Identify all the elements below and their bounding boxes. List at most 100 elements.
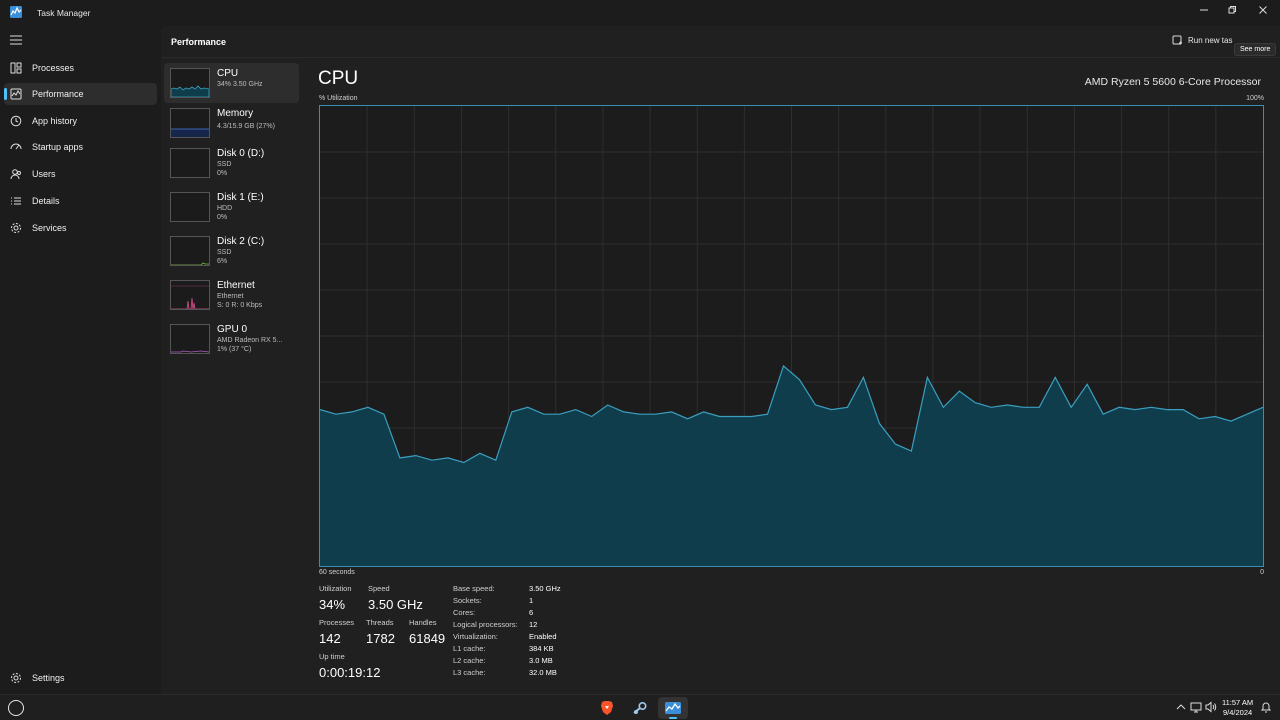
cpu-title: CPU [318, 68, 359, 89]
startup-apps-icon [10, 143, 22, 150]
details-icon [11, 197, 21, 205]
volume-icon[interactable] [1205, 701, 1217, 713]
brave-browser-icon [601, 701, 613, 715]
taskbar-app-brave[interactable] [592, 697, 622, 719]
navigation-pane: Processes Performance App history Startu… [0, 26, 160, 694]
device-usage: 0% [217, 214, 228, 221]
spec-key: Cores: [453, 608, 476, 617]
see-more-tooltip: See more [1234, 43, 1277, 56]
disk-2-thumbnail [170, 236, 210, 266]
nav-item-settings[interactable]: Settings [4, 667, 157, 689]
clock-time: 11:57 AM [1222, 698, 1254, 707]
nav-item-startup-apps[interactable]: Startup apps [4, 136, 157, 158]
nav-item-processes[interactable]: Processes [4, 57, 157, 79]
device-gpu-0[interactable]: GPU 0 AMD Radeon RX 5... 1% (37 °C) [164, 319, 299, 359]
device-cpu[interactable]: CPU 34% 3.50 GHz [164, 63, 299, 103]
taskbar-clock[interactable]: 11:57 AM 9/4/2024 [1222, 698, 1253, 718]
run-new-task-button[interactable]: Run new tas [1172, 35, 1232, 46]
taskbar-app-steam[interactable] [625, 697, 655, 719]
task-manager-icon [665, 702, 681, 714]
run-new-task-label: Run new tas [1188, 36, 1233, 45]
spec-key: Base speed: [453, 584, 495, 593]
threads-value: 1782 [366, 631, 395, 646]
nav-item-details[interactable]: Details [4, 190, 157, 212]
disk-1-thumbnail [170, 192, 210, 222]
device-detail: 4.3/15.9 GB (27%) [217, 123, 275, 130]
device-disk-1[interactable]: Disk 1 (E:) HDD 0% [164, 187, 299, 227]
spec-value: 3.50 GHz [529, 584, 561, 593]
main-panel: Performance Run new tas See more CPU 34%… [161, 26, 1280, 694]
spec-value: 32.0 MB [529, 668, 557, 677]
spec-key: Sockets: [453, 596, 482, 605]
page-header: Performance Run new tas See more [161, 26, 1280, 58]
nav-item-label: Startup apps [32, 142, 84, 152]
clock-date: 9/4/2024 [1222, 708, 1253, 717]
spec-key: L1 cache: [453, 644, 486, 653]
cpu-graph-svg [320, 106, 1263, 566]
nav-item-app-history[interactable]: App history [4, 110, 157, 132]
nav-item-label: Details [32, 196, 60, 206]
active-app-indicator [669, 717, 677, 719]
run-new-task-icon [1172, 35, 1182, 45]
cpu-thumbnail [170, 68, 210, 98]
network-icon[interactable] [1190, 701, 1202, 713]
nav-item-users[interactable]: Users [4, 163, 157, 185]
nav-item-label: Processes [32, 63, 75, 73]
spec-value: 12 [529, 620, 538, 629]
device-usage: 0% [217, 170, 228, 177]
cpu-utilization-graph [319, 105, 1264, 567]
device-ethernet[interactable]: Ethernet Ethernet S: 0 R: 0 Kbps [164, 275, 299, 315]
device-memory[interactable]: Memory 4.3/15.9 GB (27%) [164, 103, 299, 143]
speed-value: 3.50 GHz [368, 597, 423, 612]
device-detail: 34% 3.50 GHz [217, 81, 263, 88]
gpu-0-thumbnail [170, 324, 210, 354]
minimize-icon [1200, 9, 1208, 11]
users-icon [10, 169, 21, 180]
app-history-icon [10, 115, 22, 127]
device-name: Disk 0 (D:) [217, 148, 265, 159]
processes-value: 142 [319, 631, 341, 646]
spec-value: 6 [529, 608, 534, 617]
device-name: Memory [217, 108, 254, 119]
device-detail: Ethernet [217, 293, 244, 300]
spec-key: L2 cache: [453, 656, 486, 665]
hamburger-menu-icon[interactable] [9, 34, 23, 46]
restore-button[interactable] [1218, 3, 1246, 17]
device-name: CPU [217, 68, 239, 79]
spec-key: Logical processors: [453, 620, 518, 629]
time-axis-label: 60 seconds [319, 569, 355, 576]
close-button[interactable] [1249, 3, 1277, 17]
chevron-up-icon[interactable] [1175, 701, 1187, 713]
taskbar-app-task-manager[interactable] [658, 697, 688, 719]
device-detail: SSD [217, 249, 232, 256]
task-manager-icon [10, 6, 22, 18]
active-indicator [4, 88, 7, 100]
device-detail: SSD [217, 161, 232, 168]
nav-item-label: Services [32, 223, 67, 233]
handles-value: 61849 [409, 631, 446, 646]
device-disk-0[interactable]: Disk 0 (D:) SSD 0% [164, 143, 299, 183]
nav-item-label: Users [32, 169, 56, 179]
performance-icon [10, 88, 22, 100]
utilization-value: 34% [319, 597, 346, 612]
cpu-model: AMD Ryzen 5 5600 6-Core Processor [1084, 76, 1261, 88]
spec-key: L3 cache: [453, 668, 486, 677]
device-detail: HDD [217, 205, 233, 212]
device-name: GPU 0 [217, 324, 248, 335]
nav-item-services[interactable]: Services [4, 217, 157, 239]
minimize-button[interactable] [1190, 3, 1218, 17]
nav-item-performance[interactable]: Performance [4, 83, 157, 105]
device-usage: S: 0 R: 0 Kbps [217, 302, 263, 309]
nav-item-label: App history [32, 116, 78, 126]
device-name: Disk 2 (C:) [217, 236, 265, 247]
close-icon [1259, 6, 1267, 14]
window-title: Task Manager [37, 8, 91, 18]
spec-value: 1 [529, 596, 534, 605]
start-button[interactable] [8, 700, 24, 716]
notification-bell-icon[interactable] [1260, 701, 1272, 713]
zero-axis-label: 0 [1260, 569, 1264, 576]
disk-0-thumbnail [170, 148, 210, 178]
nav-item-label: Performance [32, 89, 84, 99]
settings-label: Settings [32, 673, 65, 683]
device-disk-2[interactable]: Disk 2 (C:) SSD 6% [164, 231, 299, 271]
